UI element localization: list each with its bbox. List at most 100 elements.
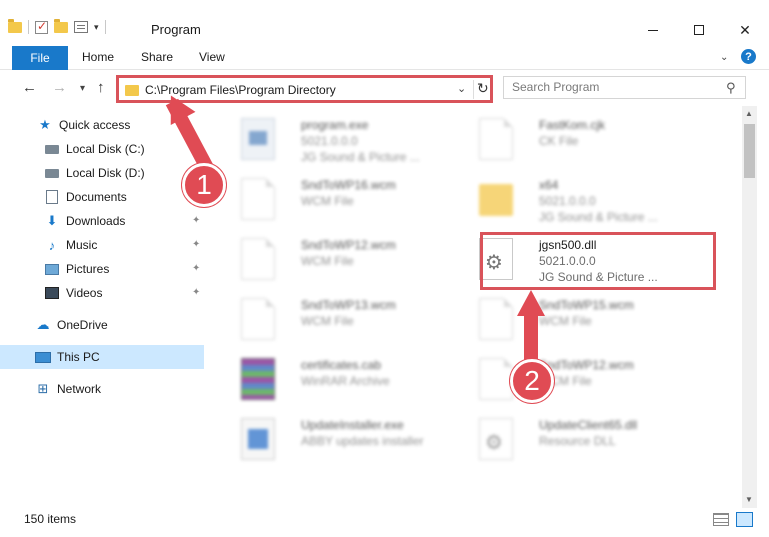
exe-icon <box>241 118 275 160</box>
list-item[interactable]: SndToWP16.wcm WCM File <box>233 172 463 228</box>
file-name: SndToWP12.wcm <box>539 358 634 372</box>
file-icon <box>479 298 513 340</box>
sidebar-item-downloads[interactable]: ⬇ Downloads ✦ <box>0 210 204 232</box>
close-button[interactable]: ✕ <box>722 16 768 44</box>
file-name: UpdateClient65.dll <box>539 418 638 432</box>
scroll-up-icon[interactable]: ▲ <box>745 109 753 118</box>
pin-icon[interactable]: ✦ <box>192 287 200 298</box>
network-icon: ⊞ <box>37 381 49 396</box>
scroll-down-icon[interactable]: ▼ <box>745 495 753 504</box>
maximize-button[interactable] <box>676 16 722 44</box>
list-item[interactable]: UpdateInstaller.exe ABBY updates install… <box>233 412 463 468</box>
refresh-icon[interactable]: ↻ <box>477 80 489 97</box>
installer-icon <box>241 418 275 460</box>
file-icon <box>241 298 275 340</box>
sidebar-item-label: Downloads <box>66 214 126 228</box>
step-badge-1: 1 <box>182 163 226 207</box>
documents-icon <box>44 189 60 205</box>
sidebar-item-documents[interactable]: Documents ✦ <box>0 186 204 208</box>
ribbon-tabs: File Home Share View ⌄ ? <box>0 44 769 70</box>
help-icon[interactable]: ? <box>741 49 756 64</box>
maximize-icon <box>694 25 704 35</box>
sidebar-item-label: Local Disk (C:) <box>66 142 145 156</box>
sidebar-item-label: Local Disk (D:) <box>66 166 145 180</box>
minimize-icon <box>648 29 658 31</box>
tab-view[interactable]: View <box>199 50 225 64</box>
details-view-icon[interactable] <box>713 513 729 526</box>
list-item[interactable]: ⚙ UpdateClient65.dll Resource DLL <box>471 412 701 468</box>
sidebar-item-local-disk-d[interactable]: Local Disk (D:) <box>0 162 204 184</box>
sidebar-item-pictures[interactable]: Pictures ✦ <box>0 258 204 280</box>
scrollbar-thumb[interactable] <box>744 124 755 178</box>
sidebar-item-label: Documents <box>66 190 127 204</box>
list-item[interactable]: SndToWP13.wcm WCM File <box>233 292 463 348</box>
sidebar-item-local-disk-c[interactable]: Local Disk (C:) ✦ <box>0 138 204 160</box>
minimize-button[interactable] <box>630 16 676 44</box>
status-bar: 150 items <box>0 508 769 537</box>
new-folder-icon[interactable] <box>54 18 68 33</box>
list-item[interactable]: program.exe 5021.0.0.0 JG Sound & Pictur… <box>233 112 463 168</box>
sidebar-item-network[interactable]: ⊞ Network <box>0 378 204 400</box>
sidebar-item-label: Music <box>66 238 98 252</box>
music-icon: ♪ <box>48 237 56 253</box>
tab-share[interactable]: Share <box>141 50 173 64</box>
tab-file[interactable]: File <box>12 46 68 70</box>
dll-file-icon: ⚙ <box>479 418 513 460</box>
file-name: SndToWP12.wcm <box>301 238 396 252</box>
customize-dropdown-icon[interactable]: ▾ <box>94 22 99 33</box>
search-icon[interactable]: ⚲ <box>726 80 736 96</box>
downloads-icon: ⬇ <box>46 213 58 228</box>
sidebar-item-label: Quick access <box>59 118 131 132</box>
forward-arrow-icon[interactable]: → <box>52 79 67 96</box>
list-item[interactable]: SndToWP15.wcm WCM File <box>471 292 701 348</box>
file-name: certificates.cab <box>301 358 382 372</box>
file-meta: WCM File <box>301 194 354 208</box>
star-icon: ★ <box>39 117 51 132</box>
file-meta: ABBY updates installer <box>301 434 424 448</box>
address-dropdown-icon[interactable]: ⌄ <box>457 82 466 95</box>
pin-icon[interactable]: ✦ <box>192 215 200 226</box>
archive-icon <box>241 358 275 400</box>
file-icon <box>479 118 513 160</box>
list-item[interactable]: x64 5021.0.0.0 JG Sound & Picture ... <box>471 172 701 228</box>
list-item[interactable]: SndToWP12.wcm WCM File <box>233 232 463 288</box>
pin-icon[interactable]: ✦ <box>192 263 200 274</box>
file-meta: WCM File <box>539 314 592 328</box>
navigation-pane: ★ Quick access Local Disk (C:) ✦ Local D… <box>0 110 210 500</box>
tab-home[interactable]: Home <box>82 50 114 64</box>
vertical-scrollbar[interactable]: ▲ ▼ <box>742 106 757 508</box>
file-icon <box>479 358 513 400</box>
file-meta: WinRAR Archive <box>301 374 390 388</box>
search-box[interactable]: ⚲ <box>503 76 746 99</box>
tiles-view-icon[interactable] <box>736 512 753 527</box>
expand-ribbon-icon[interactable]: ⌄ <box>720 52 728 63</box>
file-meta: JG Sound & Picture ... <box>539 210 658 224</box>
sidebar-item-this-pc[interactable]: This PC <box>0 345 204 369</box>
cloud-icon: ☁ <box>36 317 50 332</box>
sidebar-item-label: Network <box>57 382 102 396</box>
title-bar: ▾ Program ✕ <box>0 0 769 44</box>
file-name: SndToWP15.wcm <box>539 298 634 312</box>
properties-icon[interactable] <box>74 21 88 33</box>
pin-icon[interactable]: ✦ <box>192 239 200 250</box>
up-arrow-icon[interactable]: ↑ <box>97 79 105 96</box>
list-item[interactable]: FastKom.cjk CK File <box>471 112 701 168</box>
list-item[interactable]: certificates.cab WinRAR Archive <box>233 352 463 408</box>
folder-icon <box>125 85 139 96</box>
file-name: program.exe <box>301 118 369 132</box>
file-meta: WCM File <box>301 254 354 268</box>
toolbar-divider <box>28 20 29 34</box>
sidebar-item-music[interactable]: ♪ Music ✦ <box>0 234 204 256</box>
back-arrow-icon[interactable]: ← <box>22 79 37 96</box>
sidebar-item-label: Videos <box>66 286 103 300</box>
sidebar-item-videos[interactable]: Videos ✦ <box>0 282 204 304</box>
file-meta: Resource DLL <box>539 434 616 448</box>
sidebar-item-onedrive[interactable]: ☁ OneDrive <box>0 314 204 336</box>
gear-icon: ⚙ <box>485 432 503 454</box>
file-meta: JG Sound & Picture ... <box>301 150 420 164</box>
list-item[interactable]: SndToWP12.wcm WCM File <box>471 352 701 408</box>
search-input[interactable] <box>512 80 712 94</box>
file-meta: 5021.0.0.0 <box>539 194 596 208</box>
recent-locations-chevron-icon[interactable]: ▾ <box>80 83 85 94</box>
properties-check-icon[interactable] <box>35 19 48 34</box>
